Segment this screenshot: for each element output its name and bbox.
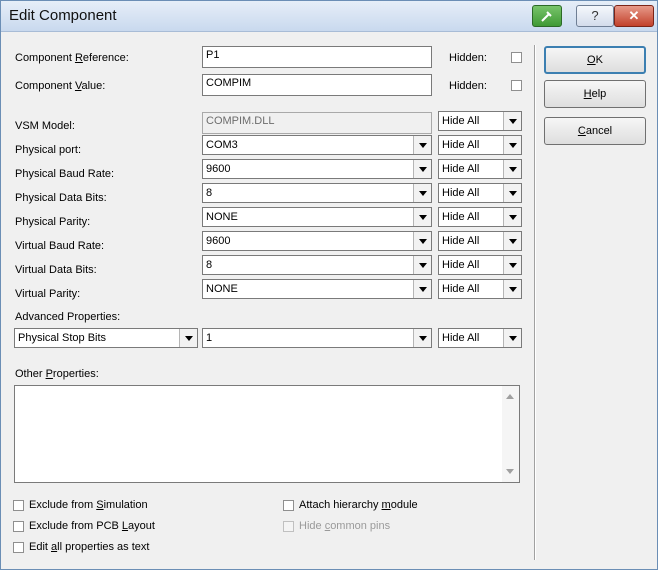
pin-icon <box>541 11 552 22</box>
component-reference-input[interactable]: P1 <box>202 46 432 68</box>
exclude-pcb-layout-checkbox[interactable] <box>13 521 24 532</box>
dropdown-arrow-icon[interactable] <box>503 184 521 202</box>
physical-baud-rate-select[interactable]: 9600 <box>202 159 432 179</box>
dropdown-arrow-icon[interactable] <box>413 136 431 154</box>
dropdown-arrow-icon[interactable] <box>503 136 521 154</box>
other-properties-textarea[interactable] <box>14 385 520 483</box>
advanced-visibility-select[interactable]: Hide All <box>438 328 522 348</box>
hide-common-pins-checkbox[interactable] <box>283 521 294 532</box>
help-title-button[interactable]: ? <box>576 5 614 27</box>
virtual-parity-visibility-select[interactable]: Hide All <box>438 279 522 299</box>
property-label: Physical Data Bits: <box>15 192 107 204</box>
physical-data-bits-select[interactable]: 8 <box>202 183 432 203</box>
physical-port-select[interactable]: COM3 <box>202 135 432 155</box>
dropdown-arrow-icon[interactable] <box>413 184 431 202</box>
physical-parity-visibility-select[interactable]: Hide All <box>438 207 522 227</box>
virtual-data-bits-visibility-select[interactable]: Hide All <box>438 255 522 275</box>
property-label: Virtual Parity: <box>15 288 81 300</box>
edit-all-properties-checkbox[interactable] <box>13 542 24 553</box>
property-label: Physical port: <box>15 144 82 156</box>
exclude-simulation-label: Exclude from Simulation <box>29 499 148 511</box>
value-hidden-label: Hidden: <box>449 80 487 92</box>
dropdown-arrow-icon[interactable] <box>413 160 431 178</box>
attach-hierarchy-checkbox[interactable] <box>283 500 294 511</box>
dropdown-arrow-icon[interactable] <box>503 232 521 250</box>
virtual-data-bits-select[interactable]: 8 <box>202 255 432 275</box>
close-icon: ✕ <box>628 8 640 23</box>
virtual-baud-rate-visibility-select[interactable]: Hide All <box>438 231 522 251</box>
attach-hierarchy-label: Attach hierarchy module <box>299 499 418 511</box>
dropdown-arrow-icon[interactable] <box>503 208 521 226</box>
virtual-baud-rate-select[interactable]: 9600 <box>202 231 432 251</box>
help-icon: ? <box>591 8 599 23</box>
edit-all-properties-label: Edit all properties as text <box>29 541 150 553</box>
advanced-property-select[interactable]: Physical Stop Bits <box>14 328 198 348</box>
ok-button[interactable]: OK <box>544 46 646 74</box>
vsm-model-input[interactable]: COMPIM.DLL <box>202 112 432 134</box>
dropdown-arrow-icon[interactable] <box>503 329 521 347</box>
dropdown-arrow-icon[interactable] <box>503 280 521 298</box>
exclude-pcb-layout-label: Exclude from PCB Layout <box>29 520 155 532</box>
advanced-value-select[interactable]: 1 <box>202 328 432 348</box>
component-value-label: Component Value: <box>15 80 106 92</box>
property-label: Physical Parity: <box>15 216 91 228</box>
vertical-scrollbar[interactable] <box>502 386 519 482</box>
physical-port-visibility-select[interactable]: Hide All <box>438 135 522 155</box>
scroll-down-icon[interactable] <box>506 469 514 474</box>
cancel-button[interactable]: Cancel <box>544 117 646 145</box>
dropdown-arrow-icon[interactable] <box>413 256 431 274</box>
dropdown-arrow-icon[interactable] <box>503 256 521 274</box>
dropdown-arrow-icon[interactable] <box>413 329 431 347</box>
physical-parity-select[interactable]: NONE <box>202 207 432 227</box>
title-bar: Edit Component ? ✕ <box>1 1 657 32</box>
value-hidden-checkbox[interactable] <box>511 80 522 91</box>
property-label: Virtual Data Bits: <box>15 264 97 276</box>
help-button[interactable]: Help <box>544 80 646 108</box>
dropdown-arrow-icon[interactable] <box>413 280 431 298</box>
edit-component-dialog: Edit Component ? ✕ Component Reference: … <box>0 0 658 570</box>
physical-data-bits-visibility-select[interactable]: Hide All <box>438 183 522 203</box>
property-label: Physical Baud Rate: <box>15 168 115 180</box>
property-label: VSM Model: <box>15 120 75 132</box>
advanced-properties-label: Advanced Properties: <box>15 311 121 323</box>
window-title: Edit Component <box>9 7 117 24</box>
component-value-input[interactable]: COMPIM <box>202 74 432 96</box>
other-properties-label: Other Properties: <box>15 368 99 380</box>
reference-hidden-label: Hidden: <box>449 52 487 64</box>
pin-button[interactable] <box>532 5 562 27</box>
property-label: Virtual Baud Rate: <box>15 240 105 252</box>
vsm-model-visibility-select[interactable]: Hide All <box>438 111 522 131</box>
close-button[interactable]: ✕ <box>614 5 654 27</box>
dropdown-arrow-icon[interactable] <box>503 160 521 178</box>
physical-baud-rate-visibility-select[interactable]: Hide All <box>438 159 522 179</box>
dropdown-arrow-icon[interactable] <box>503 112 521 130</box>
scroll-up-icon[interactable] <box>506 394 514 399</box>
dropdown-arrow-icon[interactable] <box>413 232 431 250</box>
dropdown-arrow-icon[interactable] <box>413 208 431 226</box>
component-reference-label: Component Reference: <box>15 52 129 64</box>
dropdown-arrow-icon[interactable] <box>179 329 197 347</box>
exclude-simulation-checkbox[interactable] <box>13 500 24 511</box>
vertical-separator <box>534 45 536 560</box>
virtual-parity-select[interactable]: NONE <box>202 279 432 299</box>
hide-common-pins-label: Hide common pins <box>299 520 391 532</box>
reference-hidden-checkbox[interactable] <box>511 52 522 63</box>
